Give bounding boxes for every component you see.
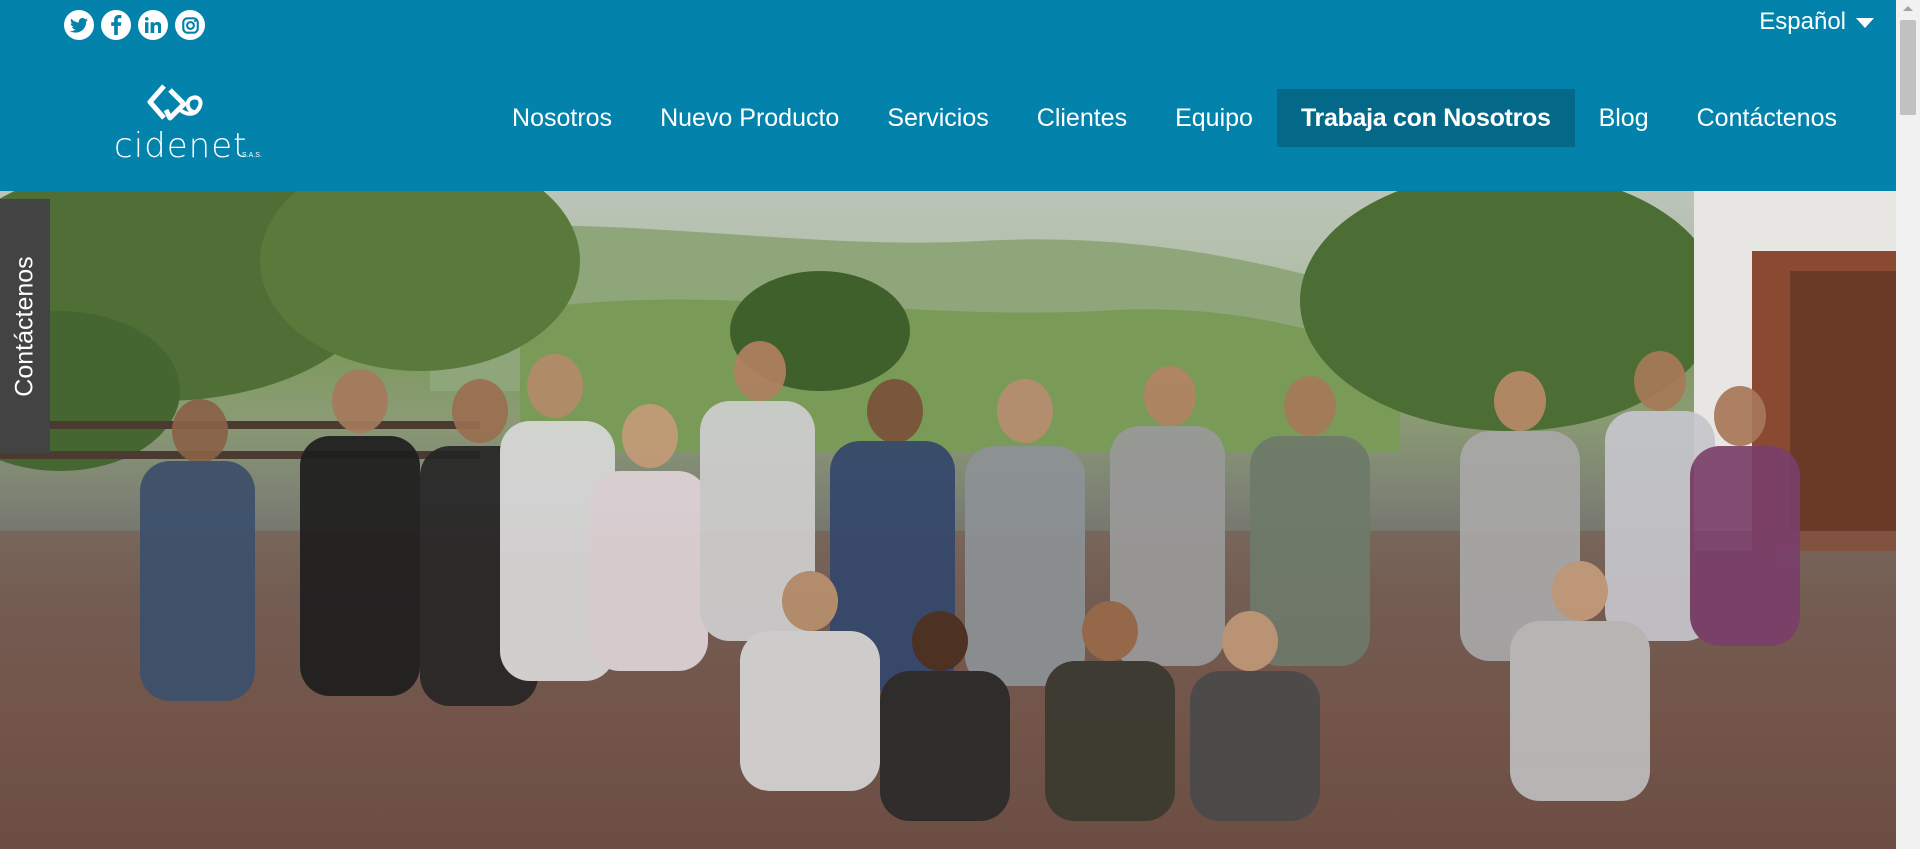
facebook-icon[interactable] — [101, 10, 131, 40]
main-nav: Nosotros Nuevo Producto Servicios Client… — [488, 89, 1861, 147]
logo-suffix: S.A.S. — [242, 152, 262, 159]
hero-team-photo — [0, 191, 1896, 849]
top-header: Español cidenet S.A.S. Nosotros Nuevo Pr… — [0, 0, 1896, 191]
scroll-thumb[interactable] — [1900, 20, 1916, 115]
nav-trabaja-con-nosotros[interactable]: Trabaja con Nosotros — [1276, 89, 1575, 147]
scroll-up-icon[interactable] — [1903, 6, 1913, 11]
linkedin-icon[interactable] — [138, 10, 168, 40]
nav-nuevo-producto[interactable]: Nuevo Producto — [636, 89, 863, 147]
nav-servicios[interactable]: Servicios — [863, 89, 1012, 147]
instagram-icon[interactable] — [175, 10, 205, 40]
side-contact-tab[interactable]: Contáctenos — [0, 199, 50, 453]
nav-nosotros[interactable]: Nosotros — [488, 89, 636, 147]
nav-equipo[interactable]: Equipo — [1151, 89, 1277, 147]
side-contact-label: Contáctenos — [10, 255, 39, 397]
caret-down-icon — [1856, 18, 1874, 28]
page-scrollbar[interactable] — [1896, 0, 1920, 849]
language-selector[interactable]: Español — [1759, 8, 1874, 36]
nav-blog[interactable]: Blog — [1575, 89, 1673, 147]
cidenet-logo[interactable]: cidenet S.A.S. — [114, 80, 274, 166]
social-links — [64, 10, 205, 40]
nav-clientes[interactable]: Clientes — [1013, 89, 1151, 147]
logo-text: cidenet — [114, 126, 248, 166]
team-photo-illustration — [0, 191, 1896, 849]
language-label: Español — [1759, 8, 1846, 35]
twitter-icon[interactable] — [64, 10, 94, 40]
logo-mark-icon — [147, 84, 203, 121]
nav-contactenos[interactable]: Contáctenos — [1673, 89, 1861, 147]
